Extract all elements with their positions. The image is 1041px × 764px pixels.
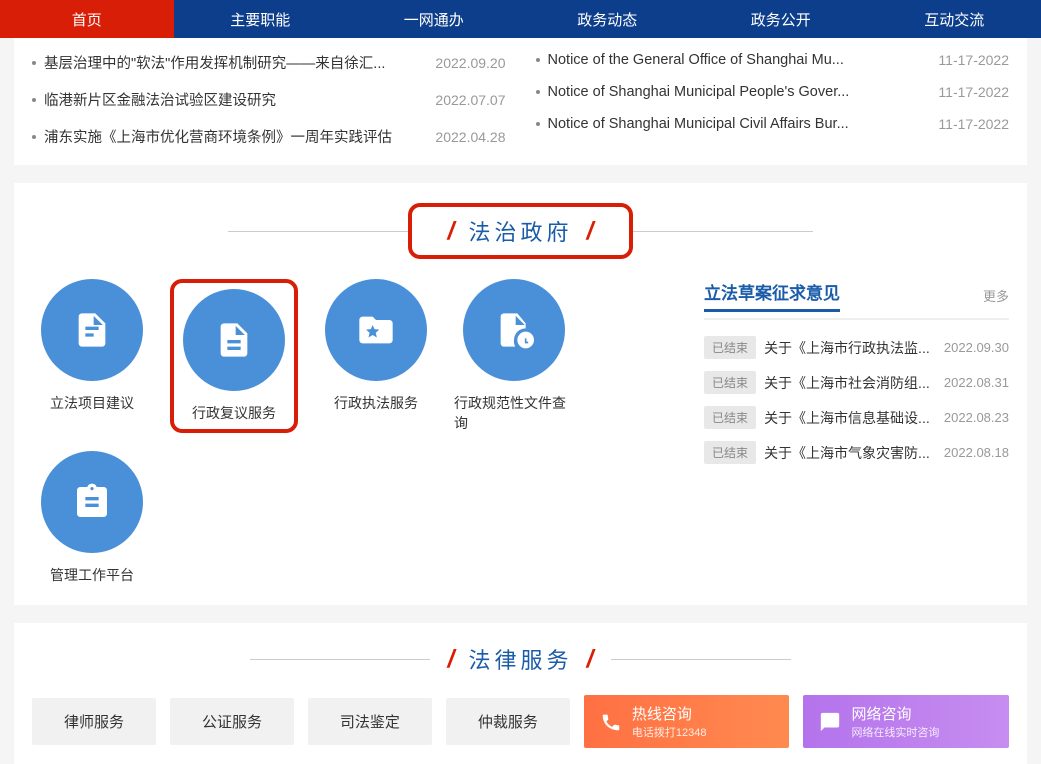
- news-date: 2022.04.28: [435, 129, 505, 145]
- law-government-section: / 法治政府 / 立法项目建议 行政复议服务: [14, 183, 1027, 605]
- divider: [250, 659, 430, 660]
- news-date: 11-17-2022: [938, 116, 1009, 132]
- status-badge: 已结束: [704, 371, 756, 394]
- service-admin-enforcement[interactable]: 行政执法服务: [316, 279, 436, 413]
- document-icon: [183, 289, 285, 391]
- hotline-consult-button[interactable]: 热线咨询 电话拨打12348: [584, 695, 790, 748]
- news-date: 11-17-2022: [938, 52, 1009, 68]
- icon-label: 行政执法服务: [334, 393, 418, 413]
- service-icons-row: 立法项目建议 行政复议服务 行政执法服务 行政规范性文件查询: [32, 279, 680, 585]
- service-normative-docs[interactable]: 行政规范性文件查询: [454, 279, 574, 433]
- news-title: Notice of the General Office of Shanghai…: [548, 52, 927, 68]
- draft-consultation-section: 立法草案征求意见 更多 已结束 关于《上海市行政执法监... 2022.09.3…: [704, 279, 1009, 585]
- service-management-platform[interactable]: 管理工作平台: [32, 451, 152, 585]
- bullet-icon: [536, 58, 540, 62]
- chat-icon: [819, 711, 841, 733]
- news-left-column: 基层治理中的"软法"作用发挥机制研究——来自徐汇... 2022.09.20 临…: [32, 44, 506, 155]
- section-title: 法律服务: [454, 643, 586, 675]
- icon-label: 立法项目建议: [50, 393, 134, 413]
- bullet-icon: [32, 98, 36, 102]
- phone-icon: [600, 711, 622, 733]
- consult-title: 立法草案征求意见: [704, 279, 840, 312]
- slash-icon: /: [448, 217, 455, 246]
- news-item[interactable]: Notice of Shanghai Municipal People's Go…: [536, 76, 1010, 108]
- divider: [611, 659, 791, 660]
- divider: [228, 231, 408, 232]
- folder-star-icon: [325, 279, 427, 381]
- consult-text: 关于《上海市气象灾害防...: [764, 443, 936, 463]
- icon-label: 行政规范性文件查询: [454, 393, 574, 433]
- news-item[interactable]: Notice of the General Office of Shanghai…: [536, 44, 1010, 76]
- consult-date: 2022.09.30: [944, 340, 1009, 355]
- icon-label: 管理工作平台: [50, 565, 134, 585]
- notary-service-button[interactable]: 公证服务: [170, 698, 294, 745]
- highlight-box: / 法治政府 /: [408, 203, 634, 259]
- netline-sub-text: 网络在线实时咨询: [851, 724, 939, 740]
- slash-icon: /: [587, 217, 594, 246]
- news-date: 11-17-2022: [938, 84, 1009, 100]
- consult-text: 关于《上海市社会消防组...: [764, 373, 936, 393]
- nav-affairs-open[interactable]: 政务公开: [694, 0, 868, 38]
- clipboard-icon: [41, 451, 143, 553]
- hotline-sub-text: 电话拨打12348: [632, 724, 707, 740]
- icon-label: 行政复议服务: [192, 403, 276, 423]
- legal-services-section: / 法律服务 / 律师服务 公证服务 司法鉴定 仲裁服务 热线咨询 电话拨打12…: [14, 623, 1027, 764]
- document-clock-icon: [463, 279, 565, 381]
- netline-main-text: 网络咨询: [851, 703, 939, 724]
- main-nav: 首页 主要职能 一网通办 政务动态 政务公开 互动交流: [0, 0, 1041, 38]
- bullet-icon: [32, 135, 36, 139]
- news-title: Notice of Shanghai Municipal People's Go…: [548, 84, 927, 100]
- consult-item[interactable]: 已结束 关于《上海市信息基础设... 2022.08.23: [704, 400, 1009, 435]
- lawyer-service-button[interactable]: 律师服务: [32, 698, 156, 745]
- consult-date: 2022.08.31: [944, 375, 1009, 390]
- consult-text: 关于《上海市信息基础设...: [764, 408, 936, 428]
- consult-date: 2022.08.18: [944, 445, 1009, 460]
- arbitration-service-button[interactable]: 仲裁服务: [446, 698, 570, 745]
- network-consult-button[interactable]: 网络咨询 网络在线实时咨询: [803, 695, 1009, 748]
- section-heading: / 法治政府 /: [32, 203, 1009, 259]
- nav-one-net[interactable]: 一网通办: [347, 0, 521, 38]
- slash-icon: /: [587, 645, 594, 674]
- section-heading: / 法律服务 /: [32, 643, 1009, 675]
- more-link[interactable]: 更多: [983, 286, 1009, 305]
- divider: [633, 231, 813, 232]
- slash-icon: /: [448, 645, 455, 674]
- news-item[interactable]: 临港新片区金融法治试验区建设研究 2022.07.07: [32, 81, 506, 118]
- status-badge: 已结束: [704, 441, 756, 464]
- consult-item[interactable]: 已结束 关于《上海市气象灾害防... 2022.08.18: [704, 435, 1009, 470]
- nav-home[interactable]: 首页: [0, 0, 174, 38]
- consult-text: 关于《上海市行政执法监...: [764, 338, 936, 358]
- news-item[interactable]: 基层治理中的"软法"作用发挥机制研究——来自徐汇... 2022.09.20: [32, 44, 506, 81]
- nav-interaction[interactable]: 互动交流: [868, 0, 1041, 38]
- news-title: 浦东实施《上海市优化营商环境条例》一周年实践评估: [44, 126, 423, 147]
- consult-date: 2022.08.23: [944, 410, 1009, 425]
- bullet-icon: [32, 61, 36, 65]
- document-edit-icon: [41, 279, 143, 381]
- service-admin-review[interactable]: 行政复议服务: [170, 279, 298, 433]
- news-title: Notice of Shanghai Municipal Civil Affai…: [548, 116, 927, 132]
- news-date: 2022.09.20: [435, 55, 505, 71]
- consult-item[interactable]: 已结束 关于《上海市行政执法监... 2022.09.30: [704, 330, 1009, 365]
- nav-affairs-news[interactable]: 政务动态: [521, 0, 695, 38]
- news-right-column: Notice of the General Office of Shanghai…: [536, 44, 1010, 155]
- news-title: 临港新片区金融法治试验区建设研究: [44, 89, 423, 110]
- hotline-main-text: 热线咨询: [632, 703, 707, 724]
- status-badge: 已结束: [704, 336, 756, 359]
- nav-functions[interactable]: 主要职能: [174, 0, 348, 38]
- bullet-icon: [536, 90, 540, 94]
- news-title: 基层治理中的"软法"作用发挥机制研究——来自徐汇...: [44, 52, 423, 73]
- service-legislation-suggestion[interactable]: 立法项目建议: [32, 279, 152, 413]
- consult-item[interactable]: 已结束 关于《上海市社会消防组... 2022.08.31: [704, 365, 1009, 400]
- news-item[interactable]: Notice of Shanghai Municipal Civil Affai…: [536, 108, 1010, 140]
- bullet-icon: [536, 122, 540, 126]
- section-title: 法治政府: [454, 215, 586, 247]
- news-date: 2022.07.07: [435, 92, 505, 108]
- news-item[interactable]: 浦东实施《上海市优化营商环境条例》一周年实践评估 2022.04.28: [32, 118, 506, 155]
- news-section: 基层治理中的"软法"作用发挥机制研究——来自徐汇... 2022.09.20 临…: [14, 38, 1027, 165]
- status-badge: 已结束: [704, 406, 756, 429]
- judicial-appraisal-button[interactable]: 司法鉴定: [308, 698, 432, 745]
